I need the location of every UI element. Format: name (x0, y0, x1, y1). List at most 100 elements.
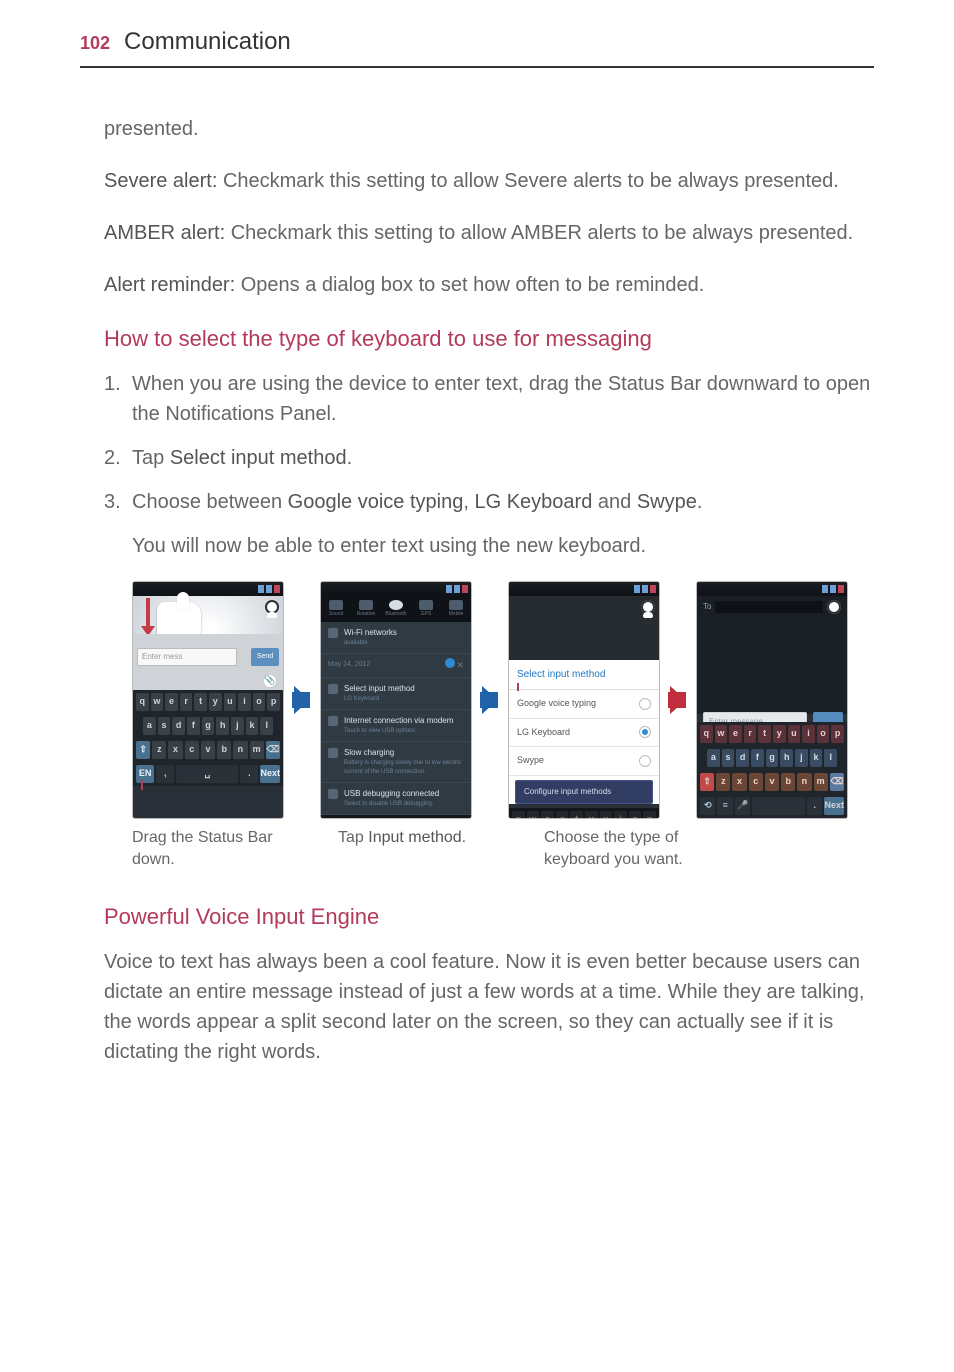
key-s[interactable]: s (722, 749, 735, 767)
key-w[interactable]: w (527, 811, 540, 820)
key-o[interactable]: o (817, 725, 830, 743)
clear-icon[interactable]: ✕ (456, 660, 464, 670)
mic-icon[interactable]: 🎤 (735, 797, 750, 815)
key-i[interactable]: i (238, 693, 251, 711)
key-w[interactable]: w (151, 693, 164, 711)
space-key[interactable] (752, 797, 805, 815)
key-d[interactable]: d (172, 717, 185, 735)
key-f[interactable]: f (751, 749, 764, 767)
key-o[interactable]: o (441, 818, 454, 820)
key-c[interactable]: c (185, 741, 199, 759)
key-u[interactable]: u (224, 693, 237, 711)
key-v[interactable]: v (765, 773, 779, 791)
key-k[interactable]: k (810, 749, 823, 767)
key-m[interactable]: m (250, 741, 264, 759)
key-r[interactable]: r (368, 818, 381, 820)
key-g[interactable]: g (202, 717, 215, 735)
key-e[interactable]: e (165, 693, 178, 711)
radio-icon[interactable] (639, 726, 651, 738)
radio-icon[interactable] (639, 698, 651, 710)
select-input-method-row[interactable]: Select input methodLG Keyboard (321, 678, 471, 710)
key-y[interactable]: y (585, 811, 598, 820)
sym-key[interactable]: ≡ (717, 797, 732, 815)
key-x[interactable]: x (732, 773, 746, 791)
notification-row[interactable]: Internet connection via modemTouch to vi… (321, 710, 471, 742)
key-p[interactable]: p (455, 818, 468, 820)
key-u[interactable]: u (788, 725, 801, 743)
key-a[interactable]: a (143, 717, 156, 735)
onscreen-keyboard[interactable]: qwertyuiop asdfghjkl ⇧ zxcvbnm ⌫ EN , ␣ … (133, 690, 283, 786)
key-b[interactable]: b (217, 741, 231, 759)
radio-icon[interactable] (639, 755, 651, 767)
key-e[interactable]: e (353, 818, 366, 820)
key-g[interactable]: g (766, 749, 779, 767)
notification-row[interactable]: USB debugging connectedSelect to disable… (321, 783, 471, 815)
key-t[interactable]: t (194, 693, 207, 711)
key-i[interactable]: i (614, 811, 627, 820)
key-z[interactable]: z (716, 773, 730, 791)
key-w[interactable]: w (715, 725, 728, 743)
key-n[interactable]: n (233, 741, 247, 759)
key-o[interactable]: o (253, 693, 266, 711)
key-r[interactable]: r (556, 811, 569, 820)
input-method-option[interactable]: Swype (509, 747, 659, 776)
key-b[interactable]: b (781, 773, 795, 791)
send-button[interactable]: Send (251, 648, 279, 666)
key-y[interactable]: y (397, 818, 410, 820)
key-i[interactable]: i (802, 725, 815, 743)
period-key[interactable]: . (240, 765, 258, 783)
sym-key[interactable]: EN (136, 765, 154, 783)
key-h[interactable]: h (216, 717, 229, 735)
key-u[interactable]: u (600, 811, 613, 820)
key-w[interactable]: w (339, 818, 352, 820)
key-e[interactable]: e (541, 811, 554, 820)
input-method-option[interactable]: Google voice typing (509, 690, 659, 719)
key-r[interactable]: r (180, 693, 193, 711)
key-q[interactable]: q (700, 725, 713, 743)
key-d[interactable]: d (736, 749, 749, 767)
key-s[interactable]: s (158, 717, 171, 735)
quick-settings-row[interactable]: Sound Rotation Bluetooth GPS Mobile (321, 596, 471, 622)
key-j[interactable]: j (795, 749, 808, 767)
key-t[interactable]: t (382, 818, 395, 820)
key-l[interactable]: l (260, 717, 273, 735)
delete-key[interactable]: ⌫ (830, 773, 844, 791)
next-key[interactable]: Next (824, 797, 844, 815)
input-method-option[interactable]: LG Keyboard (509, 719, 659, 748)
swype-keyboard[interactable]: qwertyuiop asdfghjkl ⇧ zxcvbnm ⌫ ⟲ ≡ 🎤 .… (697, 722, 847, 818)
key-q[interactable]: q (324, 818, 337, 820)
key-t[interactable]: t (758, 725, 771, 743)
key-t[interactable]: t (570, 811, 583, 820)
key-z[interactable]: z (152, 741, 166, 759)
notification-row[interactable]: Slow chargingBattery is charging slowly … (321, 742, 471, 783)
shift-key[interactable]: ⇧ (136, 741, 150, 759)
key-x[interactable]: x (168, 741, 182, 759)
key-c[interactable]: c (749, 773, 763, 791)
key-e[interactable]: e (729, 725, 742, 743)
key-a[interactable]: a (707, 749, 720, 767)
key-m[interactable]: m (814, 773, 828, 791)
period-key[interactable]: . (807, 797, 822, 815)
space-key[interactable]: ␣ (176, 765, 238, 783)
key-l[interactable]: l (824, 749, 837, 767)
delete-key[interactable]: ⌫ (266, 741, 280, 759)
key-p[interactable]: p (831, 725, 844, 743)
message-input[interactable]: Enter mess (137, 648, 237, 666)
key-q[interactable]: q (512, 811, 525, 820)
key-q[interactable]: q (136, 693, 149, 711)
key-o[interactable]: o (629, 811, 642, 820)
key-y[interactable]: y (209, 693, 222, 711)
key-r[interactable]: r (744, 725, 757, 743)
next-key[interactable]: Next (260, 765, 280, 783)
key-p[interactable]: p (643, 811, 656, 820)
key-n[interactable]: n (797, 773, 811, 791)
wifi-networks-row[interactable]: Wi-Fi networksavailable (321, 622, 471, 654)
configure-input-methods-button[interactable]: Configure input methods (515, 780, 653, 804)
attach-icon[interactable]: 📎 (263, 674, 277, 688)
contact-icon[interactable] (827, 600, 841, 614)
key-v[interactable]: v (201, 741, 215, 759)
key-u[interactable]: u (412, 818, 425, 820)
key-y[interactable]: y (773, 725, 786, 743)
key-j[interactable]: j (231, 717, 244, 735)
shift-key[interactable]: ⇧ (700, 773, 714, 791)
